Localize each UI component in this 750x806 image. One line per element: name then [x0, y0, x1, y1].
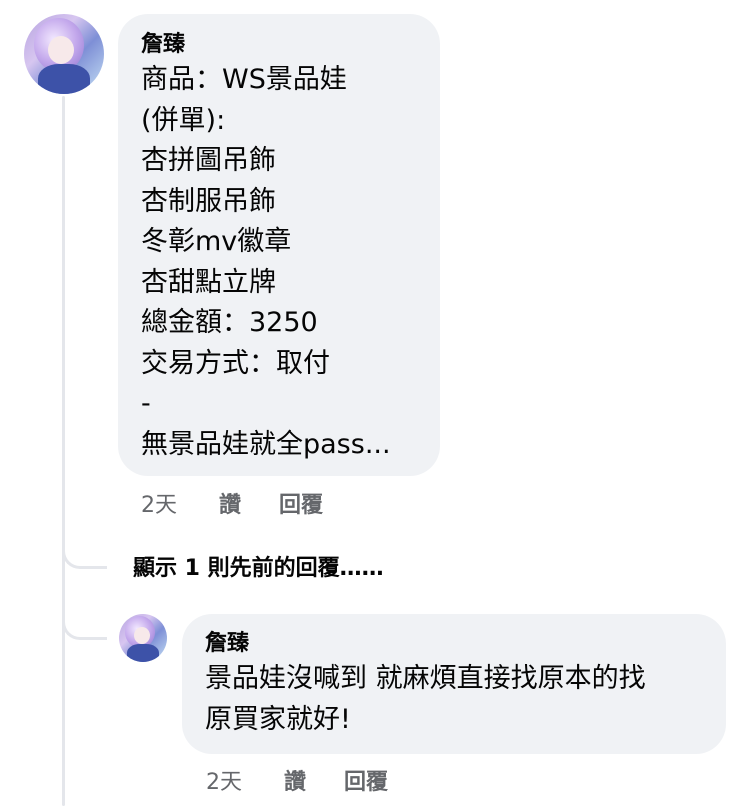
avatar[interactable] — [119, 614, 167, 662]
comment-actions: 2天 讚 回覆 — [141, 487, 323, 519]
like-button[interactable]: 讚 — [219, 487, 279, 519]
comment-author[interactable]: 詹臻 — [141, 31, 391, 59]
comment-actions: 2天 讚 回覆 — [206, 764, 388, 796]
comment-text-line: 杏制服吊飾 — [141, 185, 276, 217]
comment-timestamp[interactable]: 2天 — [141, 487, 219, 519]
show-previous-replies-link[interactable]: 顯示 1 則先前的回覆…… — [133, 550, 384, 582]
avatar[interactable] — [24, 14, 104, 94]
comment-text-line: 總金額：3250 — [141, 307, 318, 338]
comment-text-line: 冬彰mv徽章 — [141, 226, 292, 257]
reply-button[interactable]: 回覆 — [344, 764, 388, 796]
comment-text-line: 杏拼圖吊飾 — [141, 145, 276, 176]
reply-button[interactable]: 回覆 — [279, 487, 323, 519]
comment-text-line: - — [141, 388, 151, 419]
comment-text-line: (併單): — [141, 104, 226, 136]
comment-author[interactable]: 詹臻 — [205, 630, 646, 658]
comment-text-line: 原買家就好! — [205, 703, 351, 735]
comment-bubble: 詹臻 景品娃沒喊到 就麻煩直接找原本的找 原買家就好! — [182, 614, 726, 754]
comment-text-line: 商品：WS景品娃 — [141, 64, 347, 95]
comment-text-line[interactable]: 無景品娃就全pass... — [141, 425, 391, 466]
comment-timestamp[interactable]: 2天 — [206, 764, 284, 796]
comment-bubble: 詹臻 商品：WS景品娃 (併單): 杏拼圖吊飾 杏制服吊飾 冬彰mv徽章 杏甜點… — [118, 14, 440, 476]
comment-text-line: 景品娃沒喊到 就麻煩直接找原本的找 — [205, 663, 646, 694]
comment-text-line: 交易方式：取付 — [141, 347, 330, 379]
thread-branch — [62, 540, 107, 569]
thread-branch — [62, 611, 107, 640]
comment-text-line: 杏甜點立牌 — [141, 266, 276, 298]
like-button[interactable]: 讚 — [284, 764, 344, 796]
thread-line — [62, 96, 65, 806]
